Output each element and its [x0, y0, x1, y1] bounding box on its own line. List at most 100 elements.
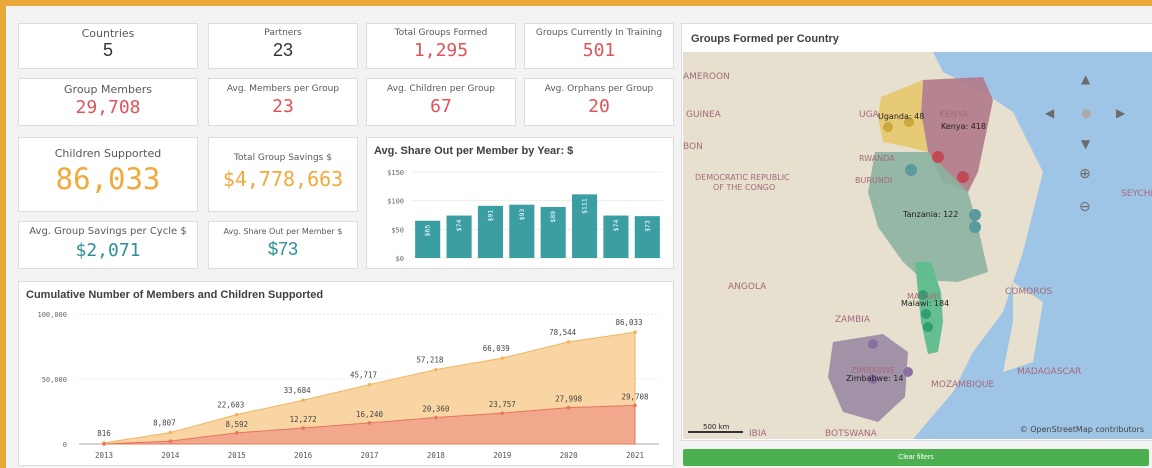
- x-tick-label: 2019: [493, 451, 511, 460]
- kpi-group-members[interactable]: Group Members 29,708: [18, 78, 198, 126]
- kpi-label: Avg. Children per Group: [387, 84, 495, 94]
- series-point: [500, 411, 505, 415]
- pan-right-icon[interactable]: ▶: [1116, 106, 1125, 120]
- pan-up-icon[interactable]: ▲: [1081, 72, 1090, 86]
- bar-value-label: $65: [424, 225, 432, 237]
- kpi-avg-share-out[interactable]: Avg. Share Out per Member $ $73: [208, 221, 358, 269]
- place-label: KENYA: [939, 110, 969, 120]
- map-scale-label: 500 km: [703, 423, 730, 431]
- series-point: [633, 330, 637, 334]
- bar-value-label: $93: [518, 209, 526, 221]
- kpi-value: $2,071: [75, 240, 141, 261]
- x-tick-label: 2020: [560, 451, 579, 460]
- series-point: [168, 439, 173, 443]
- kpi-children-supported[interactable]: Children Supported 86,033: [18, 137, 198, 212]
- kpi-avg-children[interactable]: Avg. Children per Group 67: [366, 78, 516, 126]
- data-label: 20,360: [422, 405, 450, 414]
- data-label: 29,708: [621, 392, 649, 401]
- place-label: ZAMBIA: [835, 315, 871, 325]
- data-label: 22,603: [217, 401, 244, 410]
- kpi-label: Group Members: [64, 83, 152, 96]
- zoom-out-icon[interactable]: ⊖: [1079, 199, 1091, 215]
- series-point: [168, 430, 173, 435]
- data-label: 12,272: [290, 415, 317, 424]
- kpi-avg-members[interactable]: Avg. Members per Group 23: [208, 78, 358, 126]
- data-label: 27,998: [555, 395, 583, 404]
- x-tick-label: 2014: [161, 451, 180, 460]
- pan-center-icon[interactable]: ●: [1081, 106, 1091, 120]
- zoom-in-icon[interactable]: ⊕: [1079, 166, 1091, 182]
- clear-filters-button[interactable]: Clear filters: [683, 449, 1149, 466]
- kpi-label: Groups Currently In Training: [535, 28, 663, 38]
- kpi-total-groups[interactable]: Total Groups Formed 1,295: [366, 23, 516, 69]
- data-label: 57,218: [416, 356, 444, 365]
- bar-value-label: $111: [581, 198, 589, 214]
- data-label: 86,033: [615, 318, 642, 327]
- bar-value-label: $89: [549, 211, 557, 223]
- x-tick-label: 2021: [626, 451, 644, 460]
- place-label: MADAGASCAR: [1017, 367, 1082, 377]
- place-label: AMEROON: [683, 72, 730, 82]
- y-tick-label: $0: [396, 255, 404, 263]
- pan-down-icon[interactable]: ▼: [1081, 137, 1090, 151]
- country-label-kenya: Kenya: 418: [941, 122, 986, 131]
- data-label: 16,240: [356, 410, 384, 419]
- x-tick-label: 2016: [294, 451, 313, 460]
- series-point: [234, 412, 239, 417]
- y-tick-label: $100: [387, 198, 404, 206]
- series-point: [234, 431, 239, 435]
- kpi-label: Avg. Share Out per Member $: [223, 227, 343, 236]
- pan-left-icon[interactable]: ◀: [1045, 106, 1054, 120]
- kpi-avg-orphans[interactable]: Avg. Orphans per Group 20: [524, 78, 674, 126]
- kpi-total-savings[interactable]: Total Group Savings $ $4,778,663: [208, 137, 358, 212]
- kpi-value: 67: [430, 96, 452, 117]
- y-tick-label: $50: [391, 226, 404, 234]
- kpi-value: 1,295: [413, 40, 469, 61]
- series-point: [434, 367, 438, 372]
- series-point: [434, 415, 438, 420]
- kpi-label: Avg. Orphans per Group: [544, 84, 654, 94]
- data-label: 45,717: [350, 371, 377, 380]
- groups-map[interactable]: AMEROON GUINEA BON DEMOCRATIC REPUBLIC O…: [683, 52, 1152, 439]
- data-label: 8,807: [153, 419, 176, 428]
- map-attribution[interactable]: © OpenStreetMap contributors: [1020, 425, 1144, 434]
- kpi-countries[interactable]: Countries 5: [18, 23, 198, 69]
- place-label: BOTSWANA: [825, 429, 877, 439]
- place-label: UGA: [859, 110, 879, 120]
- country-label-uganda: Uganda: 48: [878, 112, 925, 121]
- data-label: 8,592: [225, 420, 248, 429]
- series-point: [301, 426, 305, 430]
- x-tick-label: 2017: [360, 451, 378, 460]
- series-point: [102, 442, 106, 446]
- map-title: Groups Formed per Country: [691, 33, 839, 45]
- share-out-chart-panel[interactable]: Avg. Share Out per Member by Year: $ $0 $…: [366, 137, 674, 269]
- kpi-avg-savings-cycle[interactable]: Avg. Group Savings per Cycle $ $2,071: [18, 221, 198, 269]
- kpi-label: Avg. Group Savings per Cycle $: [29, 226, 187, 237]
- place-label: IBIA: [749, 429, 767, 439]
- chart-title: Avg. Share Out per Member by Year: $: [374, 145, 574, 157]
- kpi-label: Total Groups Formed: [394, 28, 488, 38]
- country-label-tanzania: Tanzania: 122: [903, 210, 959, 219]
- series-point: [566, 340, 571, 344]
- country-label-malawi: Malawi: 184: [901, 299, 950, 308]
- cumulative-chart-panel[interactable]: Cumulative Number of Members and Childre…: [18, 281, 674, 466]
- y-tick-label: 0: [63, 441, 67, 449]
- kpi-value: $73: [267, 239, 299, 259]
- series-point: [301, 398, 305, 403]
- kpi-partners[interactable]: Partners 23: [208, 23, 358, 69]
- data-label: 66,039: [483, 344, 510, 353]
- chart-title: Cumulative Number of Members and Childre…: [26, 289, 324, 301]
- kpi-value: 23: [272, 96, 294, 117]
- kpi-groups-training[interactable]: Groups Currently In Training 501: [524, 23, 674, 69]
- y-tick-label: 50,000: [42, 376, 67, 384]
- place-label: OF THE CONGO: [713, 183, 776, 192]
- kpi-value: 5: [102, 40, 113, 60]
- place-label: RWANDA: [859, 154, 895, 163]
- cumulative-area-chart[interactable]: 0 50,000 100,000 2013 2014 2015 2016 2017 2018 20…: [19, 306, 673, 466]
- kpi-value: 86,033: [55, 162, 161, 196]
- share-out-bar-chart[interactable]: $0 $50 $100 $150 $65 $74 $91 $93 $89 $111 $74 $73: [367, 162, 673, 267]
- clear-filters-label: Clear filters: [898, 454, 934, 461]
- x-tick-label: 2018: [427, 451, 446, 460]
- x-tick-label: 2013: [95, 451, 113, 460]
- kpi-value: 23: [272, 40, 294, 60]
